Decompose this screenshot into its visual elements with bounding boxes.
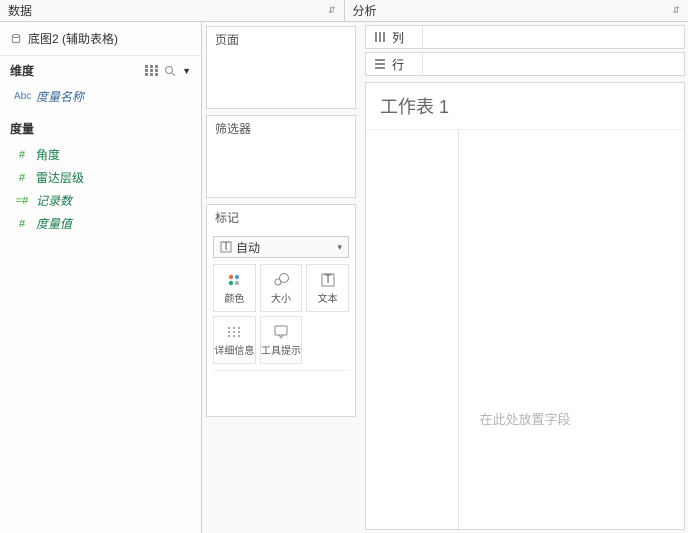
cards-column: 页面 筛选器 标记 T 自动 ▾: [202, 22, 362, 533]
rows-drop[interactable]: [422, 53, 684, 75]
marks-drop-area[interactable]: [213, 370, 349, 410]
vertical-divider: [458, 130, 459, 529]
color-icon: [226, 272, 242, 288]
mark-detail-button[interactable]: 详细信息: [213, 316, 256, 364]
mark-tooltip-button[interactable]: 工具提示: [260, 316, 303, 364]
data-pane: 底图2 (辅助表格) 维度 ▼ Abc 度量名称 度量: [0, 22, 202, 533]
measure-field[interactable]: # 角度: [0, 143, 201, 166]
mark-color-label: 颜色: [224, 290, 244, 305]
columns-icon: [374, 31, 386, 43]
text-icon: T: [320, 272, 336, 288]
columns-drop[interactable]: [422, 26, 684, 48]
rows-label: 行: [392, 56, 404, 73]
pages-card[interactable]: 页面: [206, 26, 356, 109]
tab-data[interactable]: 数据 ⇵: [0, 0, 345, 21]
marks-title: 标记: [207, 205, 355, 230]
number-calc-icon: =#: [14, 195, 30, 207]
measures-title: 度量: [10, 122, 34, 136]
measures-header: 度量: [0, 110, 201, 141]
dropdown-icon: ⇵: [328, 5, 336, 16]
dropdown-icon: ⇵: [672, 5, 680, 16]
filters-drop[interactable]: [207, 141, 355, 197]
search-icon[interactable]: [164, 65, 176, 77]
field-label: 度量值: [36, 215, 72, 232]
worksheet-title[interactable]: 工作表 1: [366, 83, 684, 129]
mark-tooltip-label: 工具提示: [261, 342, 301, 357]
measure-list: # 角度 # 雷达层级 =# 记录数 # 度量值: [0, 141, 201, 237]
dimensions-header: 维度 ▼: [0, 56, 201, 83]
chevron-down-icon: ▾: [337, 242, 342, 253]
view-body[interactable]: 在此处放置字段: [366, 129, 684, 529]
number-type-icon: #: [14, 172, 30, 184]
sidebar-tabs: 数据 ⇵ 分析 ⇵: [0, 0, 688, 22]
datasource-name: 底图2 (辅助表格): [28, 30, 118, 47]
dimension-field[interactable]: Abc 度量名称: [0, 85, 201, 108]
mark-type-select[interactable]: T 自动 ▾: [213, 236, 349, 258]
field-label: 度量名称: [36, 88, 84, 105]
tab-analysis-label: 分析: [353, 2, 377, 19]
pages-drop[interactable]: [207, 52, 355, 108]
mark-size-button[interactable]: 大小: [260, 264, 303, 312]
marks-card: 标记 T 自动 ▾: [206, 204, 356, 417]
database-icon: [10, 33, 22, 45]
detail-icon: [226, 324, 242, 340]
marks-grid: 颜色 大小 T 文本: [213, 264, 349, 364]
mark-size-label: 大小: [271, 290, 291, 305]
view-grid-icon[interactable]: [145, 65, 158, 76]
columns-label: 列: [392, 29, 404, 46]
field-label: 角度: [36, 146, 60, 163]
mark-type-label: 自动: [236, 239, 260, 256]
number-type-icon: #: [14, 218, 30, 230]
tab-analysis[interactable]: 分析 ⇵: [345, 0, 688, 21]
rows-icon: [374, 58, 386, 70]
mark-text-label: 文本: [318, 290, 338, 305]
svg-text:T: T: [324, 273, 332, 286]
mark-detail-label: 详细信息: [214, 342, 254, 357]
mark-color-button[interactable]: 颜色: [213, 264, 256, 312]
measure-field[interactable]: # 度量值: [0, 212, 201, 235]
tooltip-icon: [273, 324, 289, 340]
pages-title: 页面: [207, 27, 355, 52]
dimensions-title: 维度: [10, 62, 34, 79]
datasource-item[interactable]: 底图2 (辅助表格): [0, 26, 201, 56]
measure-field[interactable]: # 雷达层级: [0, 166, 201, 189]
mark-text-button[interactable]: T 文本: [306, 264, 349, 312]
rows-shelf[interactable]: 行: [365, 52, 685, 76]
columns-shelf[interactable]: 列: [365, 25, 685, 49]
size-icon: [273, 272, 289, 288]
text-type-icon: T: [220, 241, 232, 253]
field-label: 记录数: [36, 192, 72, 209]
worksheet-area: 列 行 工作表 1 在此处放置字段: [362, 22, 688, 533]
field-label: 雷达层级: [36, 169, 84, 186]
filters-card[interactable]: 筛选器: [206, 115, 356, 198]
filters-title: 筛选器: [207, 116, 355, 141]
dimension-list: Abc 度量名称: [0, 83, 201, 110]
drop-placeholder: 在此处放置字段: [479, 409, 570, 428]
abc-type-icon: Abc: [14, 91, 30, 102]
worksheet-canvas[interactable]: 工作表 1 在此处放置字段: [365, 82, 685, 530]
number-type-icon: #: [14, 149, 30, 161]
svg-text:T: T: [222, 241, 230, 253]
menu-dropdown-icon[interactable]: ▼: [182, 66, 191, 76]
tab-data-label: 数据: [8, 2, 32, 19]
measure-field[interactable]: =# 记录数: [0, 189, 201, 212]
